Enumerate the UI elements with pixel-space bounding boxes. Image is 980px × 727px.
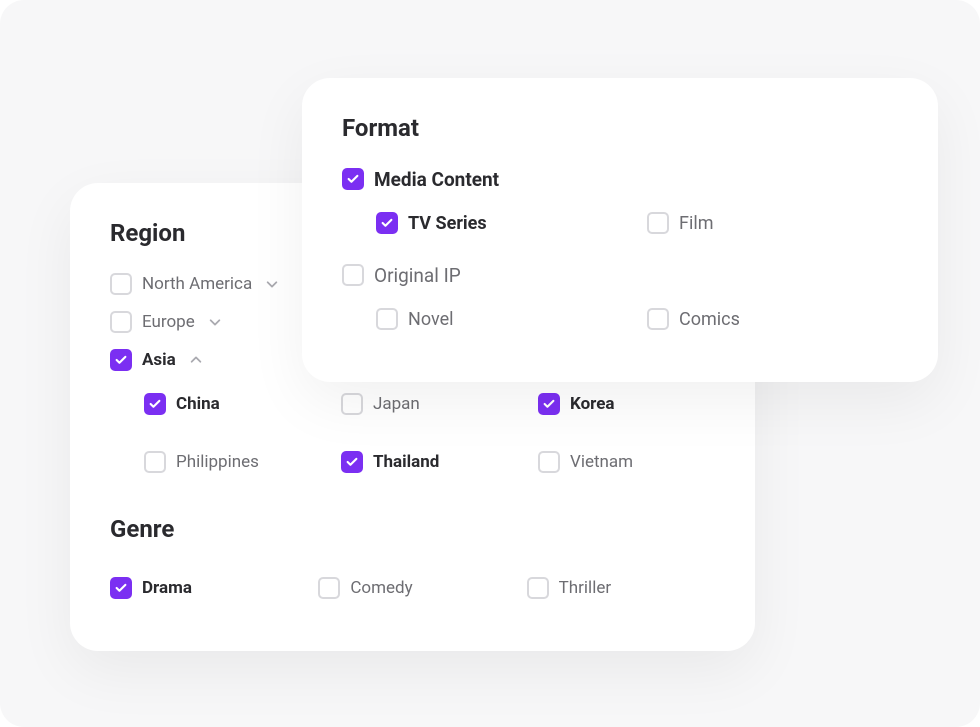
checkbox-label: Media Content <box>374 168 499 191</box>
region-item-korea[interactable]: Korea <box>538 389 715 419</box>
checkbox[interactable] <box>376 308 398 330</box>
checkbox[interactable] <box>341 451 363 473</box>
media-content-children: TV Series Film <box>342 200 898 246</box>
genre-item-drama[interactable]: Drama <box>110 573 298 603</box>
region-item-japan[interactable]: Japan <box>341 389 518 419</box>
checkbox[interactable] <box>342 264 364 286</box>
checkbox[interactable] <box>341 393 363 415</box>
checkbox-label: Vietnam <box>570 452 633 472</box>
format-group-original-ip[interactable]: Original IP <box>342 260 898 290</box>
checkbox[interactable] <box>342 168 364 190</box>
checkbox-label: Korea <box>570 394 615 414</box>
checkbox[interactable] <box>538 451 560 473</box>
canvas: Region North America Europe <box>0 0 980 727</box>
genre-item-thriller[interactable]: Thriller <box>527 573 715 603</box>
format-title: Format <box>342 114 898 142</box>
checkbox[interactable] <box>647 308 669 330</box>
checkbox-label: North America <box>142 274 252 294</box>
checkbox[interactable] <box>144 393 166 415</box>
checkbox-label: TV Series <box>408 213 487 234</box>
checkbox[interactable] <box>538 393 560 415</box>
chevron-up-icon[interactable] <box>188 352 204 368</box>
checkbox[interactable] <box>527 577 549 599</box>
checkbox-label: Asia <box>142 350 176 370</box>
region-item-philippines[interactable]: Philippines <box>144 447 321 477</box>
format-group-media-content[interactable]: Media Content <box>342 164 898 194</box>
genre-title: Genre <box>110 515 715 543</box>
checkbox[interactable] <box>110 273 132 295</box>
chevron-down-icon[interactable] <box>264 276 280 292</box>
checkbox-label: Novel <box>408 309 454 330</box>
format-item-film[interactable]: Film <box>647 208 898 238</box>
checkbox[interactable] <box>110 577 132 599</box>
region-item-china[interactable]: China <box>144 389 321 419</box>
original-ip-children: Novel Comics <box>342 296 898 342</box>
format-item-tv-series[interactable]: TV Series <box>376 208 627 238</box>
format-card: Format Media Content TV Series Film Orig… <box>302 78 938 382</box>
checkbox-label: Comics <box>679 309 740 330</box>
genre-item-comedy[interactable]: Comedy <box>318 573 506 603</box>
checkbox[interactable] <box>647 212 669 234</box>
checkbox-label: Europe <box>142 312 195 332</box>
checkbox-label: Philippines <box>176 452 259 472</box>
genre-items: Drama Comedy Thriller <box>110 565 715 611</box>
checkbox-label: Film <box>679 213 714 234</box>
asia-children: China Japan Korea Philippines Thailand V… <box>110 381 715 485</box>
checkbox[interactable] <box>318 577 340 599</box>
region-item-vietnam[interactable]: Vietnam <box>538 447 715 477</box>
checkbox[interactable] <box>110 349 132 371</box>
checkbox-label: Thriller <box>559 578 611 598</box>
checkbox-label: Original IP <box>374 264 461 287</box>
checkbox-label: China <box>176 394 220 414</box>
checkbox-label: Comedy <box>350 578 412 598</box>
region-item-thailand[interactable]: Thailand <box>341 447 518 477</box>
checkbox[interactable] <box>110 311 132 333</box>
chevron-down-icon[interactable] <box>207 314 223 330</box>
checkbox-label: Thailand <box>373 452 439 472</box>
format-item-comics[interactable]: Comics <box>647 304 898 334</box>
checkbox-label: Japan <box>373 394 420 414</box>
checkbox[interactable] <box>144 451 166 473</box>
checkbox-label: Drama <box>142 578 192 598</box>
checkbox[interactable] <box>376 212 398 234</box>
format-item-novel[interactable]: Novel <box>376 304 627 334</box>
